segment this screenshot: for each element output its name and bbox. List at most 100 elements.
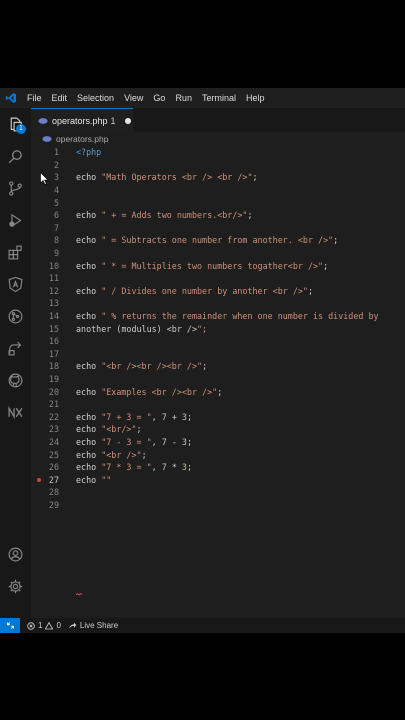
- activity-bar: 1: [0, 108, 31, 618]
- menu-go[interactable]: Go: [148, 93, 170, 103]
- unsaved-dot-icon[interactable]: [124, 117, 131, 124]
- line-number: 26: [48, 462, 59, 473]
- code-line[interactable]: 2: [31, 159, 405, 172]
- line-number: 6: [53, 210, 59, 221]
- search-icon[interactable]: [0, 142, 31, 170]
- explorer-icon[interactable]: 1: [0, 110, 31, 138]
- code-line[interactable]: 7: [31, 222, 405, 235]
- code-text: echo "7 + 3 = ", 7 + 3;: [76, 411, 193, 422]
- code-text: echo "7 * 3 = ", 7 * 3;: [76, 462, 193, 473]
- code-text: <?php: [76, 147, 102, 158]
- explorer-badge: 1: [16, 124, 26, 134]
- settings-gear-icon[interactable]: [0, 572, 31, 600]
- code-text: another (modulus) <br />";: [76, 323, 208, 334]
- tab-problem-count: 1: [110, 115, 116, 126]
- code-line[interactable]: 19: [31, 373, 405, 386]
- code-line[interactable]: 26 echo "7 * 3 = ", 7 * 3;: [31, 461, 405, 474]
- php-file-icon: [42, 136, 52, 142]
- code-line[interactable]: 29: [31, 499, 405, 512]
- tab-bar: operators.php 1: [31, 108, 405, 132]
- code-text: echo "<br/>";: [76, 424, 142, 435]
- run-debug-icon[interactable]: [0, 206, 31, 234]
- code-line[interactable]: 27 echo "": [31, 474, 405, 487]
- code-line[interactable]: 18 echo "<br /><br /><br />";: [31, 360, 405, 373]
- code-line[interactable]: 4: [31, 184, 405, 197]
- code-line[interactable]: 22 echo "7 + 3 = ", 7 + 3;: [31, 411, 405, 424]
- breadcrumb[interactable]: operators.php: [31, 132, 405, 146]
- line-number: 18: [48, 361, 59, 372]
- code-text: echo " % returns the remainder when one …: [76, 311, 379, 322]
- code-text: echo " / Divides one number by another <…: [76, 285, 313, 296]
- code-line[interactable]: 17: [31, 348, 405, 361]
- line-number: 1: [53, 147, 59, 158]
- line-number: 21: [48, 399, 59, 410]
- line-number: 19: [48, 374, 59, 385]
- menu-help[interactable]: Help: [241, 93, 270, 103]
- code-line[interactable]: 21: [31, 398, 405, 411]
- warning-icon: [45, 621, 54, 629]
- code-line[interactable]: 25 echo "<br />";: [31, 448, 405, 461]
- line-number: 5: [53, 197, 59, 208]
- line-number: 15: [48, 323, 59, 334]
- error-marker-icon[interactable]: [37, 477, 41, 482]
- code-line[interactable]: 6 echo " + = Adds two numbers.<br/>";: [31, 209, 405, 222]
- remote-indicator-icon[interactable]: [0, 618, 20, 633]
- code-line[interactable]: 23 echo "<br/>";: [31, 423, 405, 436]
- menu-file[interactable]: File: [22, 93, 47, 103]
- account-icon[interactable]: [0, 540, 31, 568]
- php-file-icon: [38, 117, 48, 124]
- code-line[interactable]: 8 echo " = Subtracts one number from anot…: [31, 234, 405, 247]
- live-share-icon: [69, 622, 77, 629]
- line-number: 24: [48, 437, 59, 448]
- menu-view[interactable]: View: [119, 93, 148, 103]
- code-editor[interactable]: 1 <?php 2 3 echo "Math Operators <br /> <br …: [31, 146, 405, 618]
- angular-icon[interactable]: [0, 270, 31, 298]
- line-number: 8: [53, 235, 59, 246]
- line-number: 11: [48, 273, 59, 284]
- line-number: 2: [53, 159, 59, 170]
- error-count: 1: [38, 621, 43, 630]
- code-line[interactable]: 10 echo " * = Multiplies two numbers toga…: [31, 259, 405, 272]
- remote-icon[interactable]: [0, 334, 31, 362]
- source-control-icon[interactable]: [0, 174, 31, 202]
- code-line[interactable]: 13: [31, 297, 405, 310]
- github-icon[interactable]: [0, 366, 31, 394]
- code-line[interactable]: 24 echo "7 - 3 = ", 7 - 3;: [31, 436, 405, 449]
- line-number: 28: [48, 487, 59, 498]
- code-text: echo "Math Operators <br /> <br />";: [76, 172, 258, 183]
- extensions-icon[interactable]: [0, 238, 31, 266]
- code-text: echo "7 - 3 = ", 7 - 3;: [76, 437, 193, 448]
- menu-terminal[interactable]: Terminal: [197, 93, 241, 103]
- menu-edit[interactable]: Edit: [47, 93, 73, 103]
- code-line[interactable]: 20 echo "Examples <br /><br />";: [31, 385, 405, 398]
- code-line[interactable]: 11: [31, 272, 405, 285]
- line-number: 20: [48, 386, 59, 397]
- problems-status[interactable]: 1 0: [27, 621, 61, 630]
- code-line[interactable]: 15 another (modulus) <br />";: [31, 322, 405, 335]
- code-line[interactable]: 3 echo "Math Operators <br /> <br />";: [31, 171, 405, 184]
- git-icon[interactable]: [0, 302, 31, 330]
- code-text: echo "": [76, 474, 112, 485]
- code-line[interactable]: 1 <?php: [31, 146, 405, 159]
- code-line[interactable]: 16: [31, 335, 405, 348]
- code-line[interactable]: 5: [31, 196, 405, 209]
- line-number: 22: [48, 411, 59, 422]
- error-squiggle: [76, 593, 82, 596]
- line-number: 4: [53, 185, 59, 196]
- nx-icon[interactable]: [0, 398, 31, 426]
- line-number: 27: [48, 474, 59, 485]
- line-number: 29: [48, 500, 59, 511]
- tab-operators-php[interactable]: operators.php 1: [31, 108, 133, 132]
- vscode-window: File Edit Selection View Go Run Terminal…: [0, 88, 405, 633]
- code-line[interactable]: 12 echo " / Divides one number by another…: [31, 285, 405, 298]
- code-line[interactable]: 14 echo " % returns the remainder when on…: [31, 310, 405, 323]
- menu-selection[interactable]: Selection: [72, 93, 119, 103]
- code-text: echo " = Subtracts one number from anoth…: [76, 235, 339, 246]
- code-line[interactable]: 9: [31, 247, 405, 260]
- live-share-button[interactable]: Live Share: [68, 621, 118, 630]
- menu-run[interactable]: Run: [170, 93, 197, 103]
- tab-label: operators.php: [52, 115, 108, 126]
- code-line[interactable]: 28: [31, 486, 405, 499]
- warning-count: 0: [56, 621, 61, 630]
- line-number: 16: [48, 336, 59, 347]
